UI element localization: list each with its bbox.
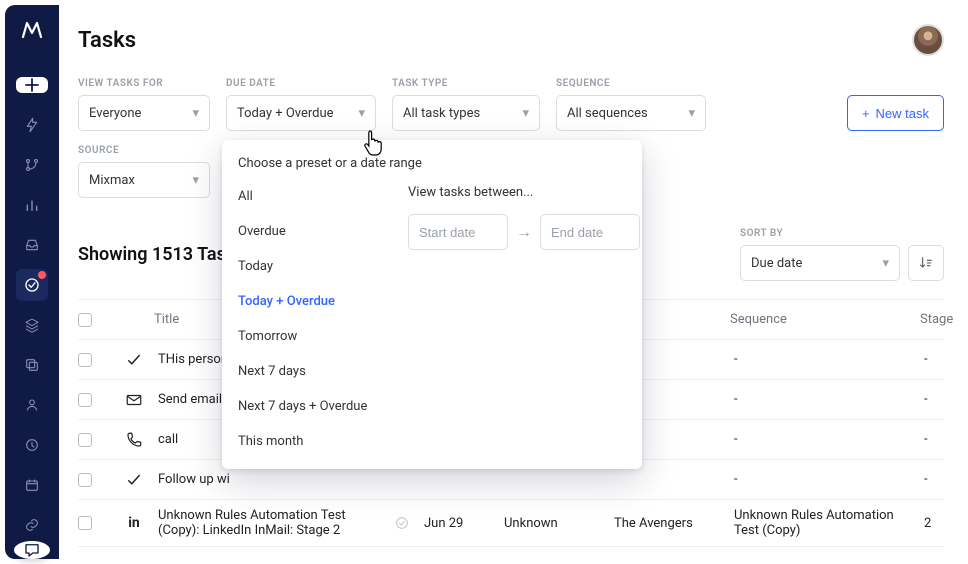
add-button[interactable] [16, 77, 48, 93]
cell-title: Unknown Rules Automation Test (Copy): Li… [154, 500, 384, 546]
sidebar [5, 5, 59, 559]
nav-inbox-icon[interactable] [16, 229, 48, 261]
cell-stage: - [920, 344, 966, 375]
chevron-down-icon: ▾ [358, 106, 365, 121]
app-logo [18, 17, 46, 41]
page-header: Tasks [78, 24, 944, 56]
filter-duedate-value: Today + Overdue [237, 106, 334, 121]
cell-sequence: - [730, 464, 920, 495]
col-sequence: Sequence [730, 312, 920, 327]
duedate-dropdown: Choose a preset or a date range All Over… [222, 140, 642, 469]
col-stage: Stage [920, 312, 966, 327]
nav-copy-icon[interactable] [16, 349, 48, 381]
filter-label-sequence: SEQUENCE [556, 78, 706, 89]
filter-viewfor-value: Everyone [89, 106, 141, 121]
chevron-down-icon: ▾ [192, 106, 199, 121]
filter-tasktype-value: All task types [403, 106, 480, 121]
table-row[interactable]: in Unknown Rules Automation Test (Copy):… [78, 500, 944, 547]
filter-source-value: Mixmax [89, 173, 135, 188]
preset-all[interactable]: All [238, 185, 388, 208]
page-title: Tasks [78, 28, 136, 53]
preset-next7-overdue[interactable]: Next 7 days + Overdue [238, 395, 388, 418]
nav-bolt-icon[interactable] [16, 109, 48, 141]
range-title: View tasks between... [408, 185, 640, 200]
nav-badge [38, 271, 46, 279]
plus-icon: + [862, 106, 870, 121]
select-all-checkbox[interactable] [78, 313, 92, 327]
nav-person-icon[interactable] [16, 389, 48, 421]
chevron-down-icon: ▾ [192, 173, 199, 188]
nav-bars-icon[interactable] [16, 189, 48, 221]
new-task-label: New task [876, 106, 929, 121]
sort-value: Due date [751, 256, 802, 271]
chevron-down-icon: ▾ [688, 106, 695, 121]
chat-button[interactable] [14, 541, 50, 559]
filter-label-tasktype: TASK TYPE [392, 78, 540, 89]
filter-sequence-value: All sequences [567, 106, 648, 121]
filter-label-viewfor: VIEW TASKS FOR [78, 78, 210, 89]
start-date-input[interactable] [408, 214, 508, 250]
filter-source[interactable]: Mixmax ▾ [78, 162, 210, 198]
user-avatar[interactable] [912, 24, 944, 56]
showing-count: Showing 1513 Tasks [78, 244, 245, 265]
cell-due: Jun 29 [420, 508, 500, 539]
filter-sequence[interactable]: All sequences ▾ [556, 95, 706, 131]
nav-branch-icon[interactable] [16, 149, 48, 181]
cell-assigned: Unknown [500, 508, 610, 539]
filter-tasktype[interactable]: All task types ▾ [392, 95, 540, 131]
preset-tomorrow[interactable]: Tomorrow [238, 325, 388, 348]
row-checkbox[interactable] [78, 516, 92, 530]
preset-next7[interactable]: Next 7 days [238, 360, 388, 383]
sort-direction-button[interactable] [908, 245, 944, 281]
sort-control[interactable]: Due date ▾ [740, 245, 900, 281]
cell-sequence: - [730, 424, 920, 455]
filter-viewfor[interactable]: Everyone ▾ [78, 95, 210, 131]
cell-sequence: - [730, 384, 920, 415]
sort-label: SORT BY [740, 228, 900, 239]
nav-tasks-icon[interactable] [16, 269, 48, 301]
nav-calendar-icon[interactable] [16, 469, 48, 501]
new-task-button[interactable]: + New task [847, 95, 944, 131]
cell-stage: - [920, 384, 966, 415]
cell-sequence: - [730, 344, 920, 375]
status-check-icon [384, 515, 420, 531]
check-icon [114, 471, 154, 489]
phone-icon [114, 431, 154, 449]
row-checkbox[interactable] [78, 433, 92, 447]
filter-label-source: SOURCE [78, 145, 210, 156]
cell-seqgroup: The Avengers [610, 508, 730, 539]
nav-clock-icon[interactable] [16, 429, 48, 461]
cell-stage: - [920, 464, 966, 495]
end-date-input[interactable] [540, 214, 640, 250]
filter-label-duedate: DUE DATE [226, 78, 376, 89]
cell-sequence: Unknown Rules Automation Test (Copy) [730, 500, 920, 546]
chevron-down-icon: ▾ [522, 106, 529, 121]
arrow-right-icon: → [516, 222, 532, 242]
row-checkbox[interactable] [78, 353, 92, 367]
preset-today-overdue[interactable]: Today + Overdue [238, 290, 388, 313]
cell-stage: 2 [920, 508, 966, 539]
chevron-down-icon: ▾ [882, 256, 889, 271]
filter-duedate[interactable]: Today + Overdue ▾ [226, 95, 376, 131]
linkedin-icon: in [114, 515, 154, 531]
mail-icon [114, 391, 154, 409]
dropdown-presets: All Overdue Today Today + Overdue Tomorr… [238, 185, 388, 453]
dropdown-title: Choose a preset or a date range [238, 156, 626, 171]
sidebar-nav [16, 109, 48, 541]
row-checkbox[interactable] [78, 393, 92, 407]
check-icon [114, 351, 154, 369]
nav-layers-icon[interactable] [16, 309, 48, 341]
cell-stage: - [920, 424, 966, 455]
preset-today[interactable]: Today [238, 255, 388, 278]
preset-overdue[interactable]: Overdue [238, 220, 388, 243]
preset-this-month[interactable]: This month [238, 430, 388, 453]
nav-link-icon[interactable] [16, 509, 48, 541]
row-checkbox[interactable] [78, 473, 92, 487]
